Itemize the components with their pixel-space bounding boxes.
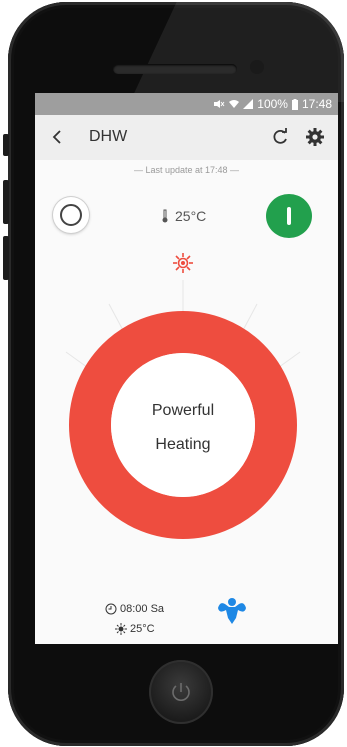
side-button-mute bbox=[3, 134, 9, 156]
mode-toggle-button[interactable] bbox=[53, 197, 89, 233]
ring-icon bbox=[60, 204, 82, 226]
mode-label-line2: Heating bbox=[155, 436, 211, 453]
current-temperature: 25°C bbox=[161, 208, 206, 224]
thermometer-icon bbox=[162, 209, 168, 223]
app-bar: DHW bbox=[35, 115, 338, 160]
mode-dial[interactable] bbox=[35, 240, 338, 540]
sun-small-icon bbox=[115, 623, 127, 635]
mute-icon bbox=[214, 100, 225, 108]
schedule-time: 08:00 Sa bbox=[120, 603, 165, 615]
schedule-temp-row: 25°C bbox=[115, 620, 164, 638]
status-time: 17:48 bbox=[301, 97, 332, 111]
status-bar: 100% 17:48 bbox=[35, 93, 338, 115]
schedule-temp: 25°C bbox=[130, 623, 155, 635]
schedule-info[interactable]: 08:00 Sa 25°C bbox=[105, 600, 164, 638]
last-update-text: — Last update at 17:48 — bbox=[133, 165, 240, 175]
page-title: DHW bbox=[89, 128, 128, 145]
temperature-value: 25°C bbox=[175, 208, 207, 224]
clock-icon bbox=[105, 603, 117, 615]
refresh-icon bbox=[273, 128, 287, 144]
gear-icon bbox=[306, 128, 324, 146]
settings-button[interactable] bbox=[305, 127, 325, 147]
wifi-icon bbox=[229, 100, 240, 108]
back-button[interactable] bbox=[47, 127, 67, 147]
side-button-volume-up bbox=[3, 180, 9, 224]
battery-percent: 100% bbox=[257, 97, 288, 111]
app-screen: 100% 17:48 DHW — Last update at 17:48 — … bbox=[35, 93, 338, 644]
refresh-button[interactable] bbox=[270, 127, 290, 147]
phone-speaker bbox=[113, 64, 237, 74]
boost-muscle-icon[interactable] bbox=[215, 596, 249, 626]
main-content: — Last update at 17:48 — 25°C Powerful H… bbox=[35, 160, 338, 644]
power-icon bbox=[172, 683, 190, 701]
side-button-volume-down bbox=[3, 236, 9, 280]
dial-center bbox=[111, 353, 255, 497]
battery-icon bbox=[291, 98, 298, 110]
power-toggle-button[interactable] bbox=[266, 194, 312, 238]
mode-label-line1: Powerful bbox=[151, 402, 215, 419]
phone-camera bbox=[250, 60, 264, 74]
home-button[interactable] bbox=[149, 660, 213, 724]
chevron-left-icon bbox=[52, 130, 61, 144]
status-icons bbox=[213, 99, 254, 109]
schedule-time-row: 08:00 Sa bbox=[105, 600, 164, 618]
signal-icon bbox=[243, 99, 254, 109]
